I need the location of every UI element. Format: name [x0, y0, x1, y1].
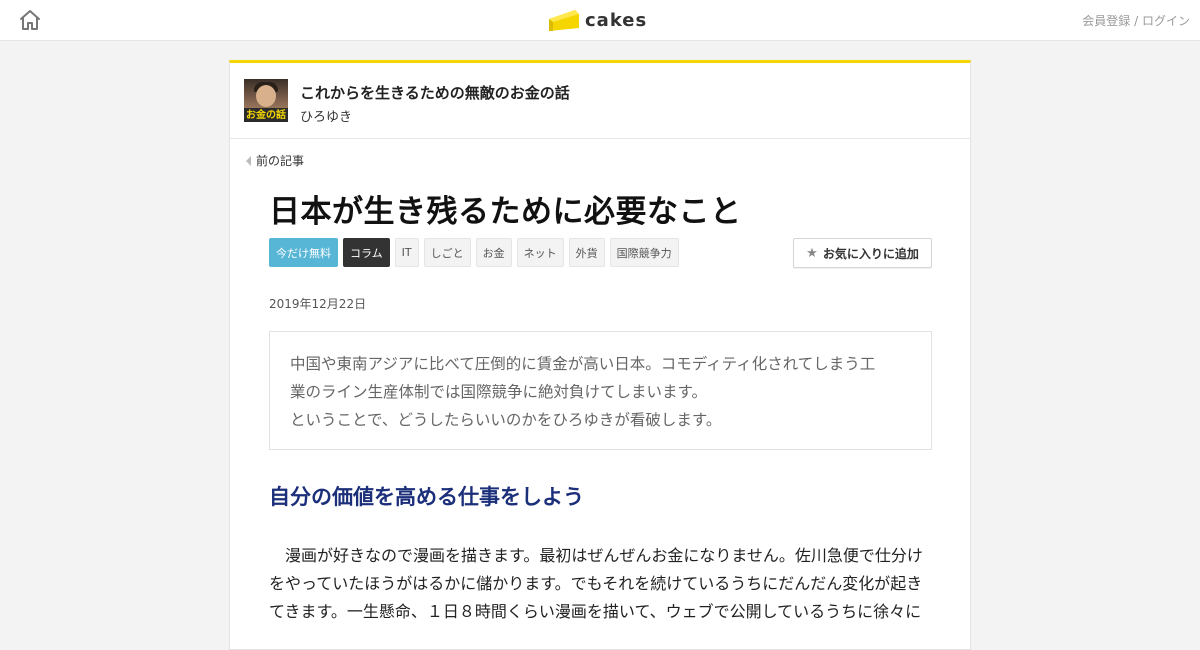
article-title: 日本が生き残るために必要なこと	[269, 194, 742, 230]
tag-net[interactable]: ネット	[516, 238, 564, 267]
register-link[interactable]: 会員登録	[1082, 14, 1130, 28]
top-header: cakes 会員登録 / ログイン	[0, 0, 1200, 41]
series-header: お金の話 これからを生きるための無敵のお金の話 ひろゆき	[230, 63, 970, 139]
article-body: 漫画が好きなので漫画を描きます。最初はぜんぜんお金になりません。佐川急便で仕分け…	[269, 542, 939, 626]
tag-competitiveness[interactable]: 国際競争力	[609, 238, 679, 267]
lead-line: ということで、どうしたらいいのかをひろゆきが看破します。	[290, 411, 722, 429]
star-icon: ★	[806, 245, 818, 261]
body-line: てきます。一生懸命、１日８時間くらい漫画を描いて、ウェブで公開しているうちに徐々…	[269, 602, 922, 621]
cake-slice-icon	[549, 10, 579, 31]
add-favorite-button[interactable]: ★ お気に入りに追加	[793, 238, 932, 268]
tag-free[interactable]: 今だけ無料	[269, 238, 338, 267]
login-link[interactable]: ログイン	[1142, 14, 1190, 28]
chevron-left-icon	[246, 155, 251, 166]
auth-separator: /	[1134, 14, 1139, 28]
lead-line: 業のライン生産体制では国際競争に絶対負けてしまいます。	[290, 383, 707, 401]
tag-foreign-currency[interactable]: 外貨	[568, 238, 605, 267]
tag-work[interactable]: しごと	[423, 238, 471, 267]
prev-article-label: 前の記事	[256, 154, 305, 168]
tag-list: 今だけ無料 コラム IT しごと お金 ネット 外貨 国際競争力	[269, 238, 679, 267]
publish-date: 2019年12月22日	[269, 297, 367, 311]
home-icon[interactable]	[18, 8, 42, 32]
thumbnail-face	[256, 85, 276, 107]
tag-column[interactable]: コラム	[343, 238, 390, 267]
series-author[interactable]: ひろゆき	[300, 106, 352, 125]
add-favorite-label: お気に入りに追加	[822, 246, 919, 261]
series-thumbnail[interactable]: お金の話	[244, 79, 288, 122]
lead-box: 中国や東南アジアに比べて圧倒的に賃金が高い日本。コモディティ化されてしまう工 業…	[269, 331, 932, 450]
logo-text: cakes	[585, 9, 648, 31]
tag-money[interactable]: お金	[475, 238, 512, 267]
section-heading: 自分の価値を高める仕事をしよう	[269, 485, 584, 509]
article-card: お金の話 これからを生きるための無敵のお金の話 ひろゆき 前の記事 日本が生き残…	[229, 60, 971, 650]
tag-it[interactable]: IT	[394, 238, 419, 267]
auth-links: 会員登録 / ログイン	[1082, 12, 1190, 29]
thumbnail-caption: お金の話	[246, 110, 286, 121]
body-line: 漫画が好きなので漫画を描きます。最初はぜんぜんお金になりません。佐川急便で仕分け	[269, 546, 923, 565]
series-title[interactable]: これからを生きるための無敵のお金の話	[300, 82, 570, 103]
cakes-logo[interactable]: cakes	[547, 6, 647, 34]
prev-article-link[interactable]: 前の記事	[246, 152, 304, 169]
lead-line: 中国や東南アジアに比べて圧倒的に賃金が高い日本。コモディティ化されてしまう工	[290, 355, 876, 373]
body-line: をやっていたほうがはるかに儲かります。でもそれを続けているうちにだんだん変化が起…	[269, 574, 923, 593]
